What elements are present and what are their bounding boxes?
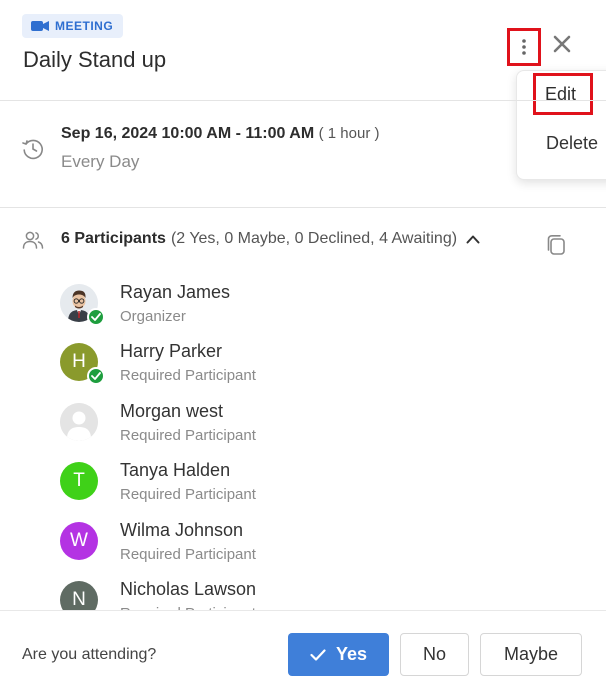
maybe-button-label: Maybe <box>503 644 559 664</box>
user-placeholder-icon <box>60 403 98 441</box>
event-title: Daily Stand up <box>23 47 167 72</box>
yes-button-label: Yes <box>335 644 368 664</box>
participant-role: Required Participant <box>120 367 256 384</box>
participant-row: W Wilma Johnson Required Participant <box>0 520 606 570</box>
no-button-label: No <box>422 644 446 664</box>
avatar: T <box>60 462 98 500</box>
rsvp-footer: Are you attending? Yes No Maybe <box>0 611 606 696</box>
avatar: H <box>60 343 105 385</box>
participant-role: Organizer <box>120 308 186 325</box>
event-datetime: Sep 16, 2024 10:00 AM - 11:00 AM ( 1 hou… <box>61 125 379 143</box>
event-recurrence: Every Day <box>61 152 140 171</box>
participant-row: Morgan west Required Participant <box>0 401 606 451</box>
copy-icon[interactable] <box>545 233 567 257</box>
participant-name: Rayan James <box>120 282 231 302</box>
menu-item-edit[interactable]: Edit <box>533 73 593 115</box>
participant-role: Required Participant <box>120 486 256 503</box>
schedule-divider <box>0 207 606 208</box>
participants-status: (2 Yes, 0 Maybe, 0 Declined, 4 Awaiting) <box>170 230 458 247</box>
yes-button[interactable]: Yes <box>288 633 389 676</box>
clock-history-icon <box>22 139 43 160</box>
more-options-button[interactable] <box>507 28 541 66</box>
avatar <box>60 284 105 326</box>
participant-name: Harry Parker <box>120 341 223 361</box>
avatar-initial: T <box>73 470 85 491</box>
event-duration: ( 1 hour ) <box>318 125 380 142</box>
participant-row: Rayan James Organizer <box>0 282 606 332</box>
participant-name: Nicholas Lawson <box>120 579 257 599</box>
people-icon <box>22 231 44 249</box>
avatar-initial: H <box>72 351 86 372</box>
maybe-button[interactable]: Maybe <box>480 633 582 676</box>
accepted-check-icon <box>87 367 105 385</box>
participant-role: Required Participant <box>120 427 256 444</box>
avatar: W <box>60 522 98 560</box>
participant-list: Rayan James Organizer H Harry Parker Req… <box>0 270 606 610</box>
options-menu: Edit Delete <box>516 70 606 180</box>
avatar <box>60 403 98 441</box>
meeting-badge-label: MEETING <box>55 19 114 33</box>
participant-row: N Nicholas Lawson Required Participant <box>0 579 606 610</box>
header-divider <box>0 100 606 101</box>
avatar: N <box>60 581 98 610</box>
participant-name: Tanya Halden <box>120 460 231 480</box>
meeting-badge: MEETING <box>22 14 124 38</box>
check-icon <box>310 648 326 661</box>
attendance-question: Are you attending? <box>22 646 157 663</box>
participant-name: Morgan west <box>120 401 224 421</box>
avatar-initial: N <box>72 589 86 610</box>
chevron-up-icon[interactable] <box>466 234 480 244</box>
more-vertical-icon <box>522 39 526 55</box>
no-button[interactable]: No <box>400 633 469 676</box>
participant-row: T Tanya Halden Required Participant <box>0 460 606 510</box>
avatar-initial: W <box>70 530 88 551</box>
participant-name: Wilma Johnson <box>120 520 244 540</box>
menu-item-delete[interactable]: Delete <box>546 133 598 154</box>
close-icon[interactable] <box>551 33 573 55</box>
event-datetime-text: Sep 16, 2024 10:00 AM - 11:00 AM <box>61 125 315 142</box>
participants-count: 6 Participants <box>61 230 166 247</box>
accepted-check-icon <box>87 308 105 326</box>
participants-summary: 6 Participants (2 Yes, 0 Maybe, 0 Declin… <box>61 230 480 248</box>
participant-role: Required Participant <box>120 546 256 563</box>
participant-row: H Harry Parker Required Participant <box>0 341 606 391</box>
video-camera-icon <box>31 21 49 31</box>
